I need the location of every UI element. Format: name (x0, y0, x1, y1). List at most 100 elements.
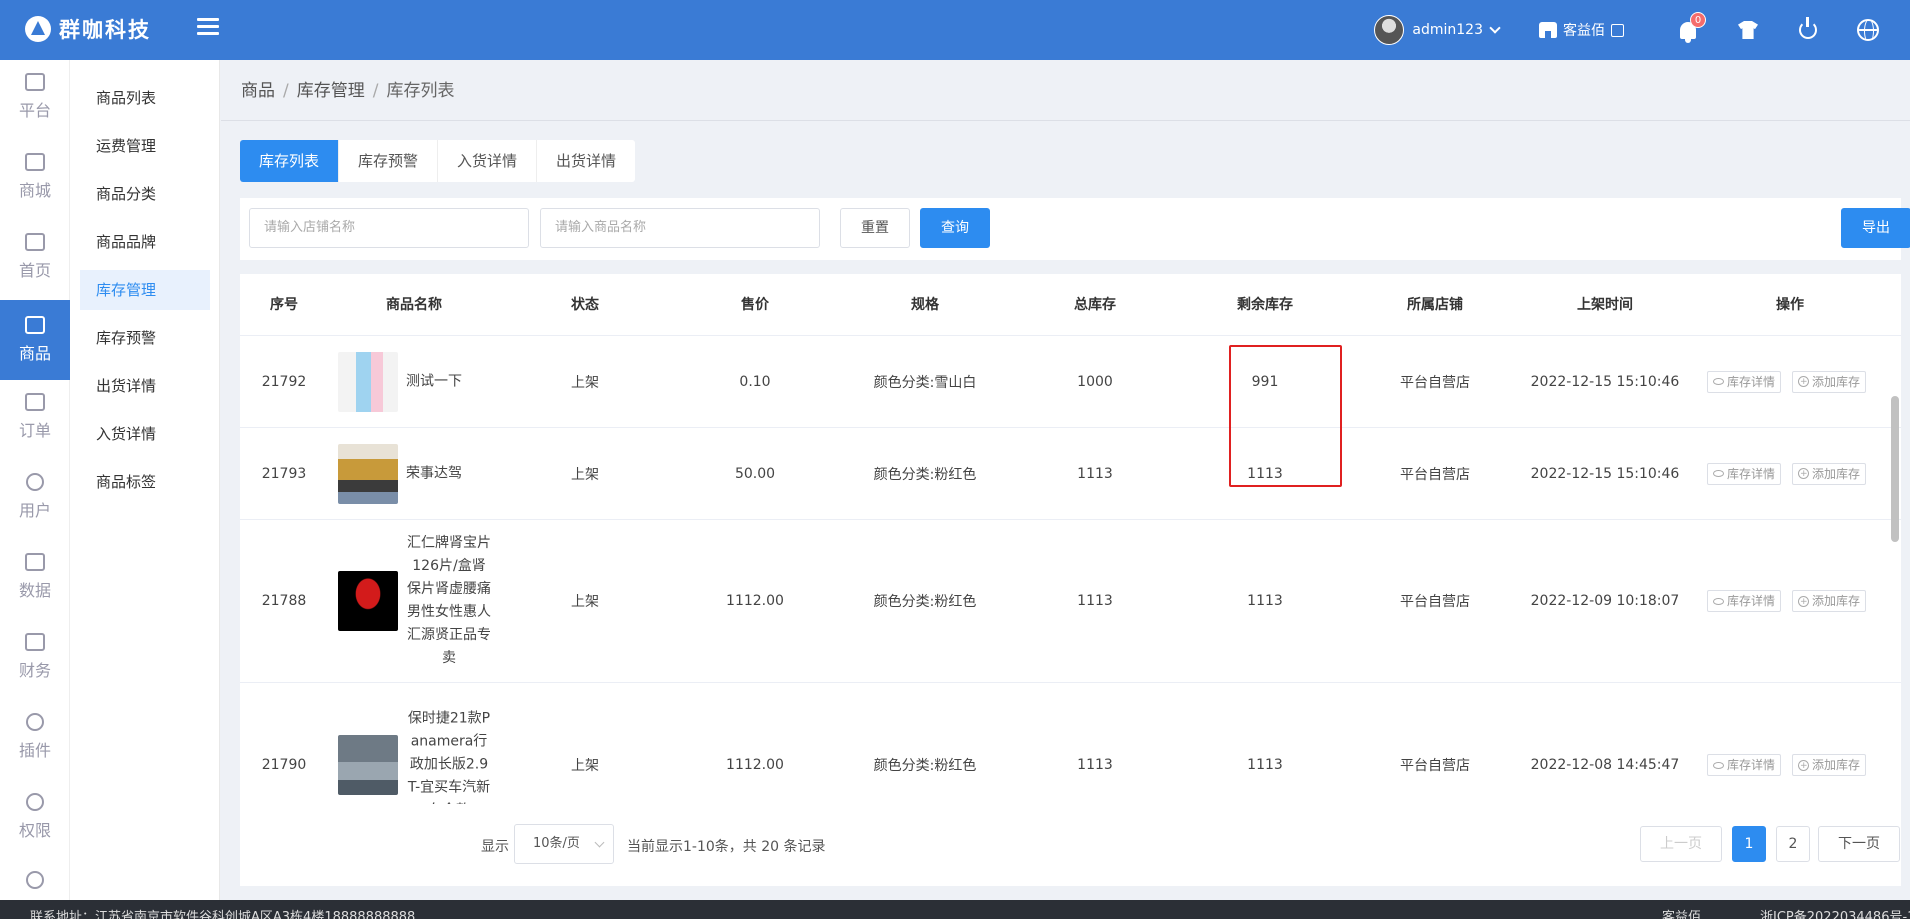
plus-circle-icon (1798, 372, 1809, 392)
breadcrumb-current: 库存列表 (386, 81, 455, 101)
rail-item-settings[interactable] (0, 860, 70, 900)
rail-label: 权限 (18, 821, 51, 840)
submenu-item-outbound[interactable]: 出货详情 (80, 366, 210, 406)
submenu-item-inventory[interactable]: 库存管理 (80, 270, 210, 310)
submenu-item-tags[interactable]: 商品标签 (80, 462, 210, 502)
product-thumbnail (338, 351, 398, 412)
page-size-select[interactable]: 10条/页 (514, 824, 614, 864)
user-menu[interactable]: admin123 (1374, 15, 1501, 45)
pagination: 显示 10条/页 当前显示1-10条，共 20 条记录 上一页 1 2 下一页 (240, 804, 1901, 886)
button-label: 库存详情 (1727, 466, 1776, 481)
stock-detail-button[interactable]: 库存详情 (1707, 462, 1782, 485)
footer-icp[interactable]: 浙ICP备2022034486号-1 (1760, 906, 1910, 919)
next-page-button[interactable]: 下一页 (1818, 826, 1900, 862)
breadcrumb-item[interactable]: 库存管理 (297, 81, 365, 101)
cell-product-name: 保时捷21款Panamera行政加长版2.9T-宜买车汽新车全款 (407, 710, 491, 805)
column-header: 状态 (571, 297, 599, 313)
query-button[interactable]: 查询 (920, 208, 990, 248)
cell-shop: 平台自营店 (1400, 594, 1470, 610)
add-stock-button[interactable]: 添加库存 (1792, 590, 1867, 612)
chevron-down-icon (1489, 22, 1501, 34)
submenu-item-stock-warning[interactable]: 库存预警 (80, 318, 210, 358)
notification-button[interactable]: 0 (1658, 0, 1718, 60)
username: admin123 (1412, 22, 1483, 38)
rail-item-goods[interactable]: 商品 (0, 300, 70, 380)
button-label: 添加库存 (1812, 466, 1861, 481)
submenu-item-shipping[interactable]: 运费管理 (80, 126, 210, 166)
table-scrollbar[interactable] (1891, 334, 1899, 804)
inventory-table: 序号 商品名称 状态 售价 规格 总库存 剩余库存 所属店铺 上架时间 操作 2… (240, 274, 1901, 804)
submenu-item-product-list[interactable]: 商品列表 (80, 78, 210, 118)
breadcrumb-item[interactable]: 商品 (241, 81, 275, 101)
chevron-down-icon (594, 837, 605, 848)
rail-label: 首页 (18, 261, 51, 280)
tab-outbound[interactable]: 出货详情 (537, 140, 635, 182)
rail-label: 财务 (18, 661, 51, 680)
rail-item-data[interactable]: 数据 (0, 540, 70, 614)
shop-link[interactable]: 客益佰 (1539, 20, 1624, 40)
header-actions: admin123 客益佰 0 (1374, 0, 1910, 60)
shop-name-input[interactable]: 请输入店铺名称 (249, 208, 529, 248)
rail-item-plugins[interactable]: 插件 (0, 700, 70, 774)
logo-icon (25, 16, 51, 42)
rail-item-orders[interactable]: 订单 (0, 380, 70, 454)
eye-icon (1713, 470, 1724, 477)
table-row: 21793 荣事达驾 上架 50.00 颜色分类:粉红色 1113 1113 平… (240, 428, 1901, 520)
globe-icon (1857, 19, 1879, 41)
button-label: 添加库存 (1812, 594, 1861, 608)
cell-spec: 颜色分类:粉红色 (873, 594, 977, 610)
stock-detail-button[interactable]: 库存详情 (1707, 754, 1782, 776)
cell-shop: 平台自营店 (1400, 466, 1470, 483)
prev-page-button[interactable]: 上一页 (1640, 826, 1722, 862)
rail-label: 订单 (18, 421, 51, 440)
add-stock-button[interactable]: 添加库存 (1792, 462, 1867, 485)
column-header: 售价 (741, 297, 769, 313)
rail-item-platform[interactable]: 平台 (0, 60, 70, 134)
cell-spec: 颜色分类:雪山白 (873, 374, 977, 391)
stock-detail-button[interactable]: 库存详情 (1707, 370, 1782, 393)
page-button-2[interactable]: 2 (1776, 826, 1810, 862)
stock-detail-button[interactable]: 库存详情 (1707, 590, 1782, 612)
product-name-input[interactable]: 请输入商品名称 (540, 208, 820, 248)
page-button-1[interactable]: 1 (1732, 826, 1766, 862)
theme-button[interactable] (1718, 0, 1778, 60)
page-size-value: 10条/页 (533, 836, 580, 851)
rail-item-permissions[interactable]: 权限 (0, 780, 70, 854)
add-stock-button[interactable]: 添加库存 (1792, 370, 1867, 393)
logout-button[interactable] (1778, 0, 1838, 60)
tab-inbound[interactable]: 入货详情 (438, 140, 538, 182)
column-header: 所属店铺 (1407, 297, 1463, 313)
submenu-item-category[interactable]: 商品分类 (80, 174, 210, 214)
cell-listed-time: 2022-12-15 15:10:46 (1530, 465, 1680, 482)
external-link-icon (1611, 23, 1624, 37)
column-header: 上架时间 (1577, 297, 1633, 313)
rail-item-finance[interactable]: 财务 (0, 620, 70, 694)
page-footer: 联系地址：江苏省南京市软件谷科创城A区A3栋4楼18888888888 客益佰 … (0, 900, 1910, 919)
tab-inventory-list[interactable]: 库存列表 (240, 140, 340, 182)
table-header: 序号 商品名称 状态 售价 规格 总库存 剩余库存 所属店铺 上架时间 操作 (240, 274, 1901, 336)
rail-item-mall[interactable]: 商城 (0, 140, 70, 214)
button-label: 添加库存 (1812, 758, 1861, 772)
export-button[interactable]: 导出 (1841, 208, 1910, 248)
top-header: 群咖科技 admin123 客益佰 0 (0, 0, 1910, 60)
submenu-item-brand[interactable]: 商品品牌 (80, 222, 210, 262)
cell-id: 21793 (261, 465, 307, 482)
cell-remaining-stock: 1113 (1247, 757, 1283, 773)
store-icon (1539, 22, 1557, 38)
store-icon (25, 153, 45, 171)
rail-item-home[interactable]: 首页 (0, 220, 70, 294)
monitor-icon (25, 73, 45, 91)
rail-item-users[interactable]: 用户 (0, 460, 70, 534)
tab-stock-warning[interactable]: 库存预警 (339, 140, 439, 182)
language-button[interactable] (1838, 0, 1898, 60)
breadcrumb-separator: / (283, 81, 289, 101)
brand-logo[interactable]: 群咖科技 (25, 14, 151, 44)
submenu-item-inbound[interactable]: 入货详情 (80, 414, 210, 454)
menu-icon[interactable] (197, 18, 219, 36)
cell-remaining-stock: 991 (1251, 373, 1279, 390)
add-stock-button[interactable]: 添加库存 (1792, 754, 1867, 776)
scrollbar-thumb[interactable] (1891, 396, 1899, 542)
power-icon (1799, 17, 1817, 39)
reset-button[interactable]: 重置 (840, 208, 910, 248)
cell-total-stock: 1113 (1077, 593, 1113, 609)
